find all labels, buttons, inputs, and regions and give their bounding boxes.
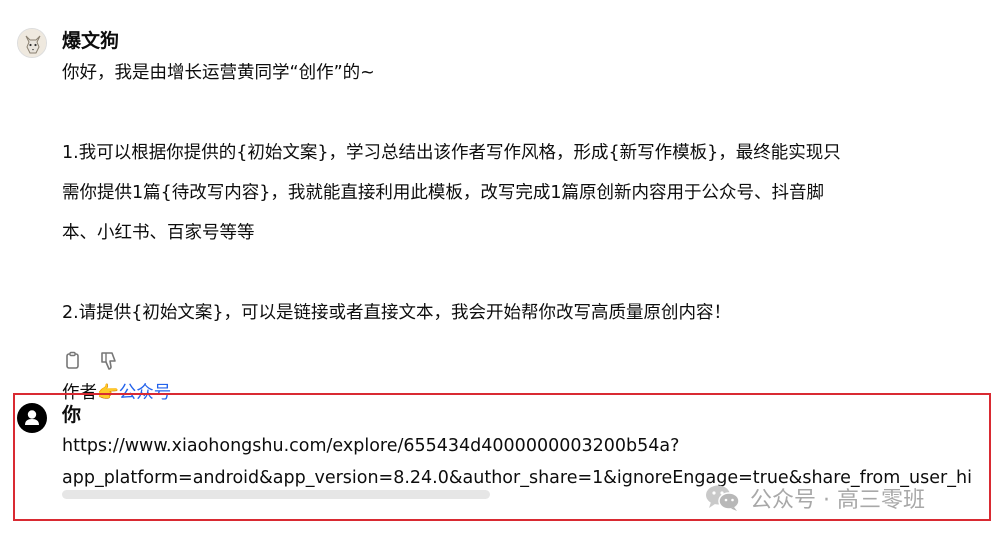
bot-message: 你好，我是由增长运营黄同学“创作”的~ 1.我可以根据你提供的{初始文案}，学习…	[62, 53, 841, 413]
message-line	[62, 253, 841, 293]
message-line: 1.我可以根据你提供的{初始文案}，学习总结出该作者写作风格，形成{新写作模板}…	[62, 143, 841, 163]
user-avatar-icon	[17, 403, 47, 433]
dog-avatar-icon	[17, 28, 47, 58]
message-line: 需你提供1篇{待改写内容}，我就能直接利用此模板，改写完成1篇原创新内容用于公众…	[62, 183, 825, 203]
horizontal-scrollbar[interactable]	[62, 490, 490, 499]
watermark: 公众号 · 高三零班	[704, 480, 925, 516]
wechat-icon	[706, 485, 740, 511]
message-line: 2.请提供{初始文案}，可以是链接或者直接文本，我会开始帮你改写高质量原创内容！	[62, 303, 731, 323]
bot-name: 爆文狗	[62, 30, 120, 52]
message-line	[62, 333, 841, 373]
message-actions	[62, 350, 120, 372]
user-message-line: https://www.xiaohongshu.com/explore/6554…	[62, 436, 680, 456]
thumbs-down-icon[interactable]	[98, 350, 120, 372]
message-line: 本、小红书、百家号等等	[62, 223, 255, 243]
message-line: 你好，我是由增长运营黄同学“创作”的~	[62, 63, 375, 83]
watermark-text: 公众号 · 高三零班	[750, 488, 925, 513]
user-name: 你	[62, 404, 82, 426]
message-line	[62, 93, 841, 133]
copy-icon[interactable]	[62, 350, 84, 372]
